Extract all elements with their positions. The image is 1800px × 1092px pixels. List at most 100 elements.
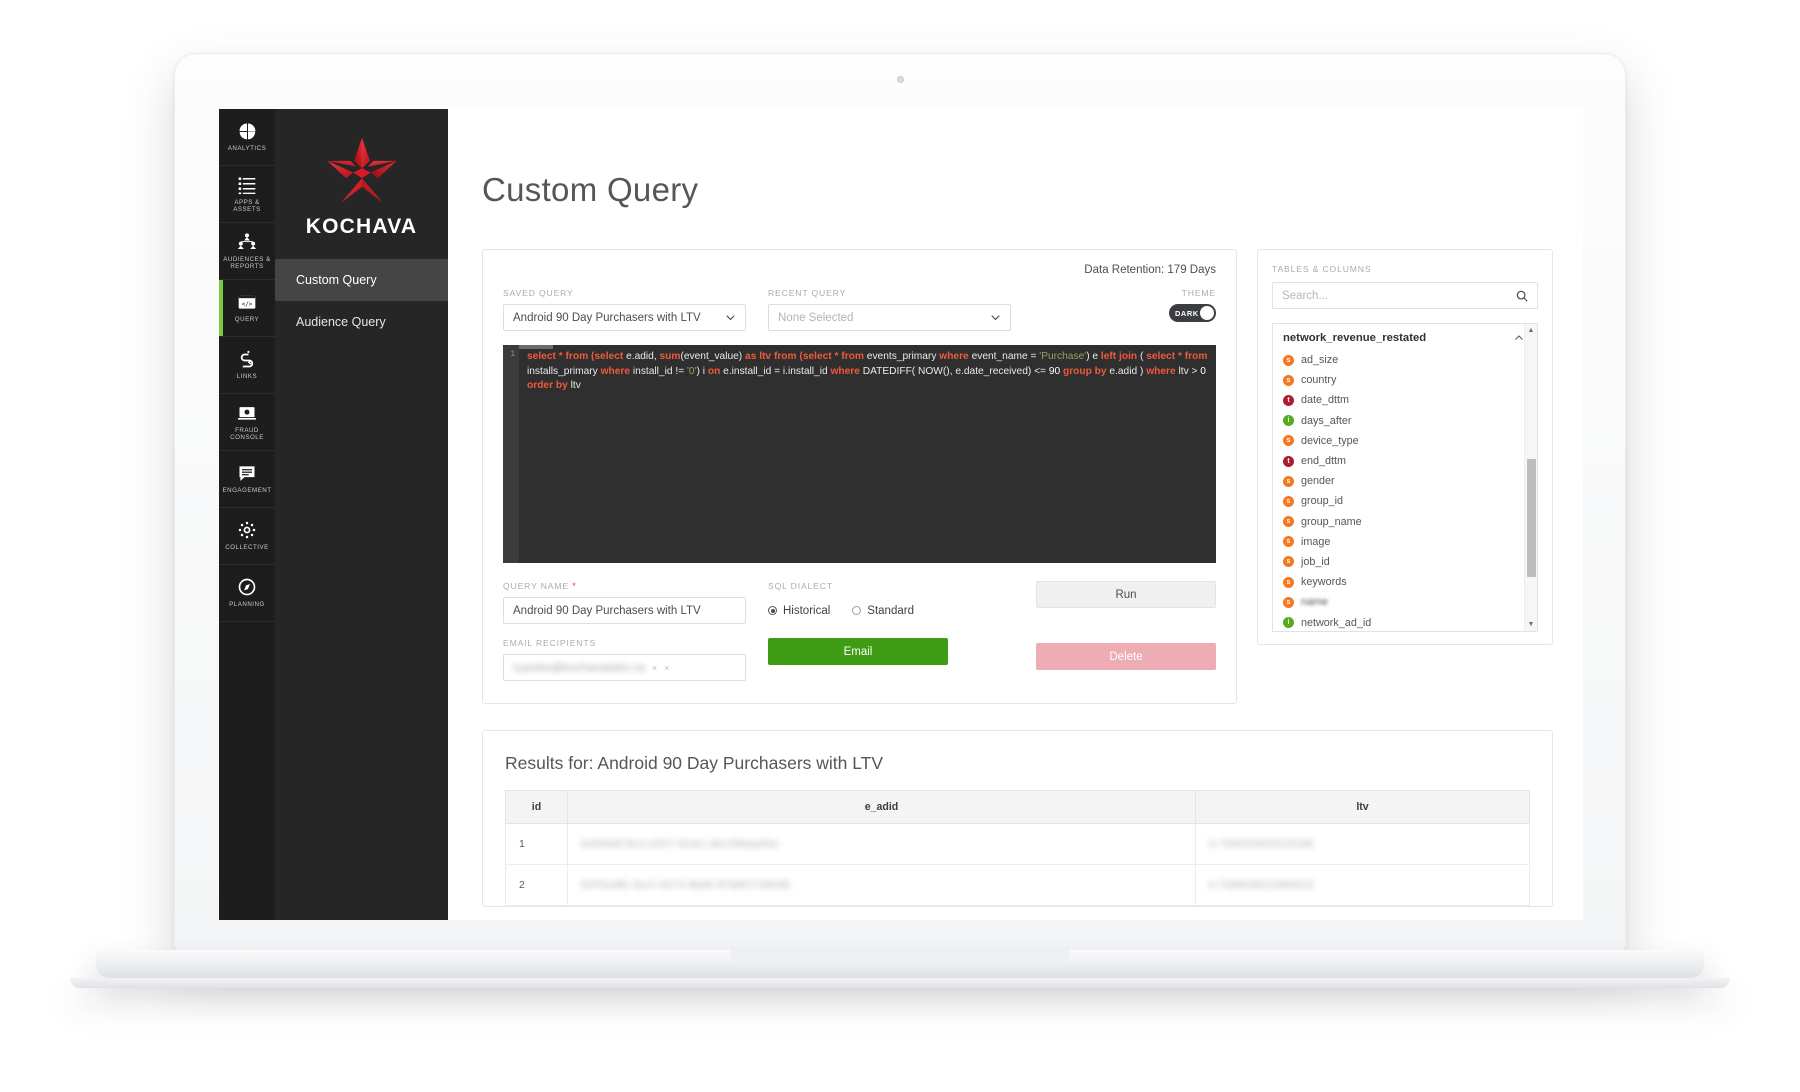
- theme-toggle[interactable]: DARK: [1169, 304, 1216, 322]
- cell-e-adid-value: 5d7bedfb-3ecf-4073-9bd6-87b80719b5fb: [581, 879, 791, 891]
- column-list-item[interactable]: s image: [1283, 532, 1537, 552]
- column-list-item[interactable]: i days_after: [1283, 411, 1537, 431]
- sql-token: *: [1177, 351, 1185, 362]
- column-list-item[interactable]: s country: [1283, 370, 1537, 390]
- column-list-item[interactable]: t date_dttm: [1283, 390, 1537, 410]
- radio-dot: [852, 606, 862, 615]
- column-list-item[interactable]: s device_type: [1283, 431, 1537, 451]
- query-name-input[interactable]: Android 90 Day Purchasers with LTV: [503, 597, 746, 624]
- query-meta-form: QUERY NAME * Android 90 Day Purchasers w…: [503, 581, 1216, 681]
- column-header-id[interactable]: id: [505, 790, 568, 824]
- column-list-item[interactable]: t end_dttm: [1283, 451, 1537, 471]
- screenshot-stage: ANALYTICS APPS & ASSETS AUDIENCES & REPO…: [0, 0, 1800, 1092]
- sql-token: install_id !=: [632, 365, 687, 377]
- webcam-icon: [896, 76, 904, 83]
- column-list-item[interactable]: s gender: [1283, 471, 1537, 491]
- rail-label: QUERY: [234, 316, 260, 324]
- table-name: network_revenue_restated: [1283, 332, 1427, 344]
- radio-label: Standard: [867, 604, 914, 617]
- sql-token: on: [707, 365, 724, 377]
- column-list-item[interactable]: s ad_size: [1283, 350, 1537, 370]
- clear-all-icon[interactable]: ×: [664, 663, 669, 673]
- recent-query-label: RECENT QUERY: [768, 288, 847, 298]
- column-list-item[interactable]: i network_ad_id: [1283, 612, 1537, 631]
- delete-button-row: Delete: [1033, 643, 1216, 670]
- column-type-badge-s: s: [1283, 475, 1294, 487]
- sql-token: select: [802, 351, 835, 362]
- column-list-item[interactable]: s job_id: [1283, 552, 1537, 572]
- table-row[interactable]: 2 5d7bedfb-3ecf-4073-9bd6-87b80719b5fb 0.7…: [505, 864, 1530, 906]
- scrollbar-thumb[interactable]: [1527, 459, 1536, 577]
- column-type-badge-t: t: [1283, 394, 1294, 406]
- chevron-down-icon: [989, 311, 1002, 324]
- column-name: image: [1301, 535, 1331, 548]
- sql-code-text[interactable]: select * from (select e.adid, sum(event_…: [519, 345, 1216, 563]
- editor-horizontal-scrollbar[interactable]: [519, 345, 553, 349]
- saved-query-select[interactable]: Android 90 Day Purchasers with LTV: [503, 304, 746, 331]
- table-name-header[interactable]: network_revenue_restated: [1283, 332, 1537, 344]
- delete-button[interactable]: Delete: [1036, 643, 1216, 670]
- rail-item-query[interactable]: </> QUERY: [219, 280, 275, 337]
- results-card: Results for: Android 90 Day Purchasers w…: [482, 730, 1553, 907]
- columns-scrollbar[interactable]: ▲ ▼: [1524, 324, 1537, 631]
- sql-token: ) e: [1086, 351, 1101, 362]
- query-code-icon: </>: [237, 292, 257, 312]
- sql-token: left join: [1100, 351, 1140, 362]
- remove-tag-icon[interactable]: ×: [652, 663, 657, 673]
- radio-historical[interactable]: Historical: [768, 605, 830, 617]
- rail-label: LINKS: [236, 373, 258, 381]
- column-name: job_id: [1301, 555, 1330, 568]
- column-header-ltv[interactable]: ltv: [1195, 790, 1530, 824]
- email-recipient-tag: ryanlee@kochavalabs.ca: [513, 661, 645, 674]
- recent-query-select[interactable]: None Selected: [768, 304, 1011, 331]
- chevron-down-icon: [724, 311, 737, 324]
- sql-editor[interactable]: 1 select * from (select e.adid, sum(even…: [503, 345, 1216, 563]
- saved-query-value: Android 90 Day Purchasers with LTV: [513, 311, 701, 324]
- column-name: date_dttm: [1301, 394, 1350, 407]
- rail-item-analytics[interactable]: ANALYTICS: [219, 109, 275, 166]
- tables-search-input[interactable]: Search...: [1282, 290, 1328, 302]
- rail-item-collective[interactable]: COLLECTIVE: [219, 508, 275, 565]
- scroll-up-icon[interactable]: ▲: [1528, 324, 1535, 337]
- column-list-item[interactable]: s keywords: [1283, 572, 1537, 592]
- column-header-e-adid[interactable]: e_adid: [567, 790, 1196, 824]
- saved-query-label: SAVED QUERY: [503, 288, 574, 298]
- sidebar-item-custom-query[interactable]: Custom Query: [275, 259, 448, 301]
- planning-compass-icon: [237, 577, 257, 597]
- email-recipients-input[interactable]: ryanlee@kochavalabs.ca × ×: [503, 654, 746, 681]
- radio-standard[interactable]: Standard: [852, 605, 914, 617]
- rail-item-engagement[interactable]: ENGAGEMENT: [219, 451, 275, 508]
- email-button[interactable]: Email: [768, 638, 948, 665]
- query-builder-row: Data Retention: 179 Days SAVED QUERY And…: [482, 249, 1553, 704]
- laptop-screen: ANALYTICS APPS & ASSETS AUDIENCES & REPO…: [219, 109, 1583, 920]
- cell-e-adid-value: b4566df-8c3-4327-91ae-c8ccf8daa55e: [581, 838, 779, 850]
- main-content: Custom Query Data Retention: 179 Days SA…: [448, 109, 1583, 920]
- results-header-row: id e_adid ltv: [505, 790, 1530, 824]
- search-icon[interactable]: [1515, 289, 1529, 303]
- sql-token: sum: [659, 351, 681, 362]
- column-name: name: [1301, 596, 1329, 609]
- rail-item-apps-assets[interactable]: APPS & ASSETS: [219, 166, 275, 223]
- sql-token: installs_primary: [527, 365, 601, 377]
- rail-label: COLLECTIVE: [225, 544, 269, 552]
- columns-list: network_revenue_restated s ad_size s countr…: [1273, 324, 1537, 631]
- scroll-down-icon[interactable]: ▼: [1528, 618, 1535, 631]
- column-list-item[interactable]: s group_name: [1283, 512, 1537, 532]
- rail-item-audiences-reports[interactable]: AUDIENCES & REPORTS: [219, 223, 275, 280]
- cell-e-adid: 5d7bedfb-3ecf-4073-9bd6-87b80719b5fb: [567, 864, 1196, 906]
- rail-item-planning[interactable]: PLANNING: [219, 565, 275, 622]
- tables-columns-card: TABLES & COLUMNS Search... network_reven…: [1257, 249, 1553, 645]
- table-row[interactable]: 1 b4566df-8c3-4327-91ae-c8ccf8daa55e 0.759…: [505, 823, 1530, 865]
- column-list-item[interactable]: s name: [1283, 592, 1537, 612]
- sql-token: select: [1146, 351, 1178, 362]
- page-title: Custom Query: [482, 171, 699, 208]
- column-list-item[interactable]: s group_id: [1283, 491, 1537, 511]
- rail-item-links[interactable]: LINKS: [219, 337, 275, 394]
- sql-token: e.adid,: [626, 351, 660, 362]
- sql-token: select: [594, 351, 627, 362]
- run-button[interactable]: Run: [1036, 581, 1216, 608]
- tables-search-box[interactable]: Search...: [1272, 282, 1538, 309]
- sidebar-item-audience-query[interactable]: Audience Query: [275, 301, 448, 343]
- query-editor-card: Data Retention: 179 Days SAVED QUERY And…: [482, 249, 1237, 704]
- rail-item-fraud-console[interactable]: FRAUD CONSOLE: [219, 394, 275, 451]
